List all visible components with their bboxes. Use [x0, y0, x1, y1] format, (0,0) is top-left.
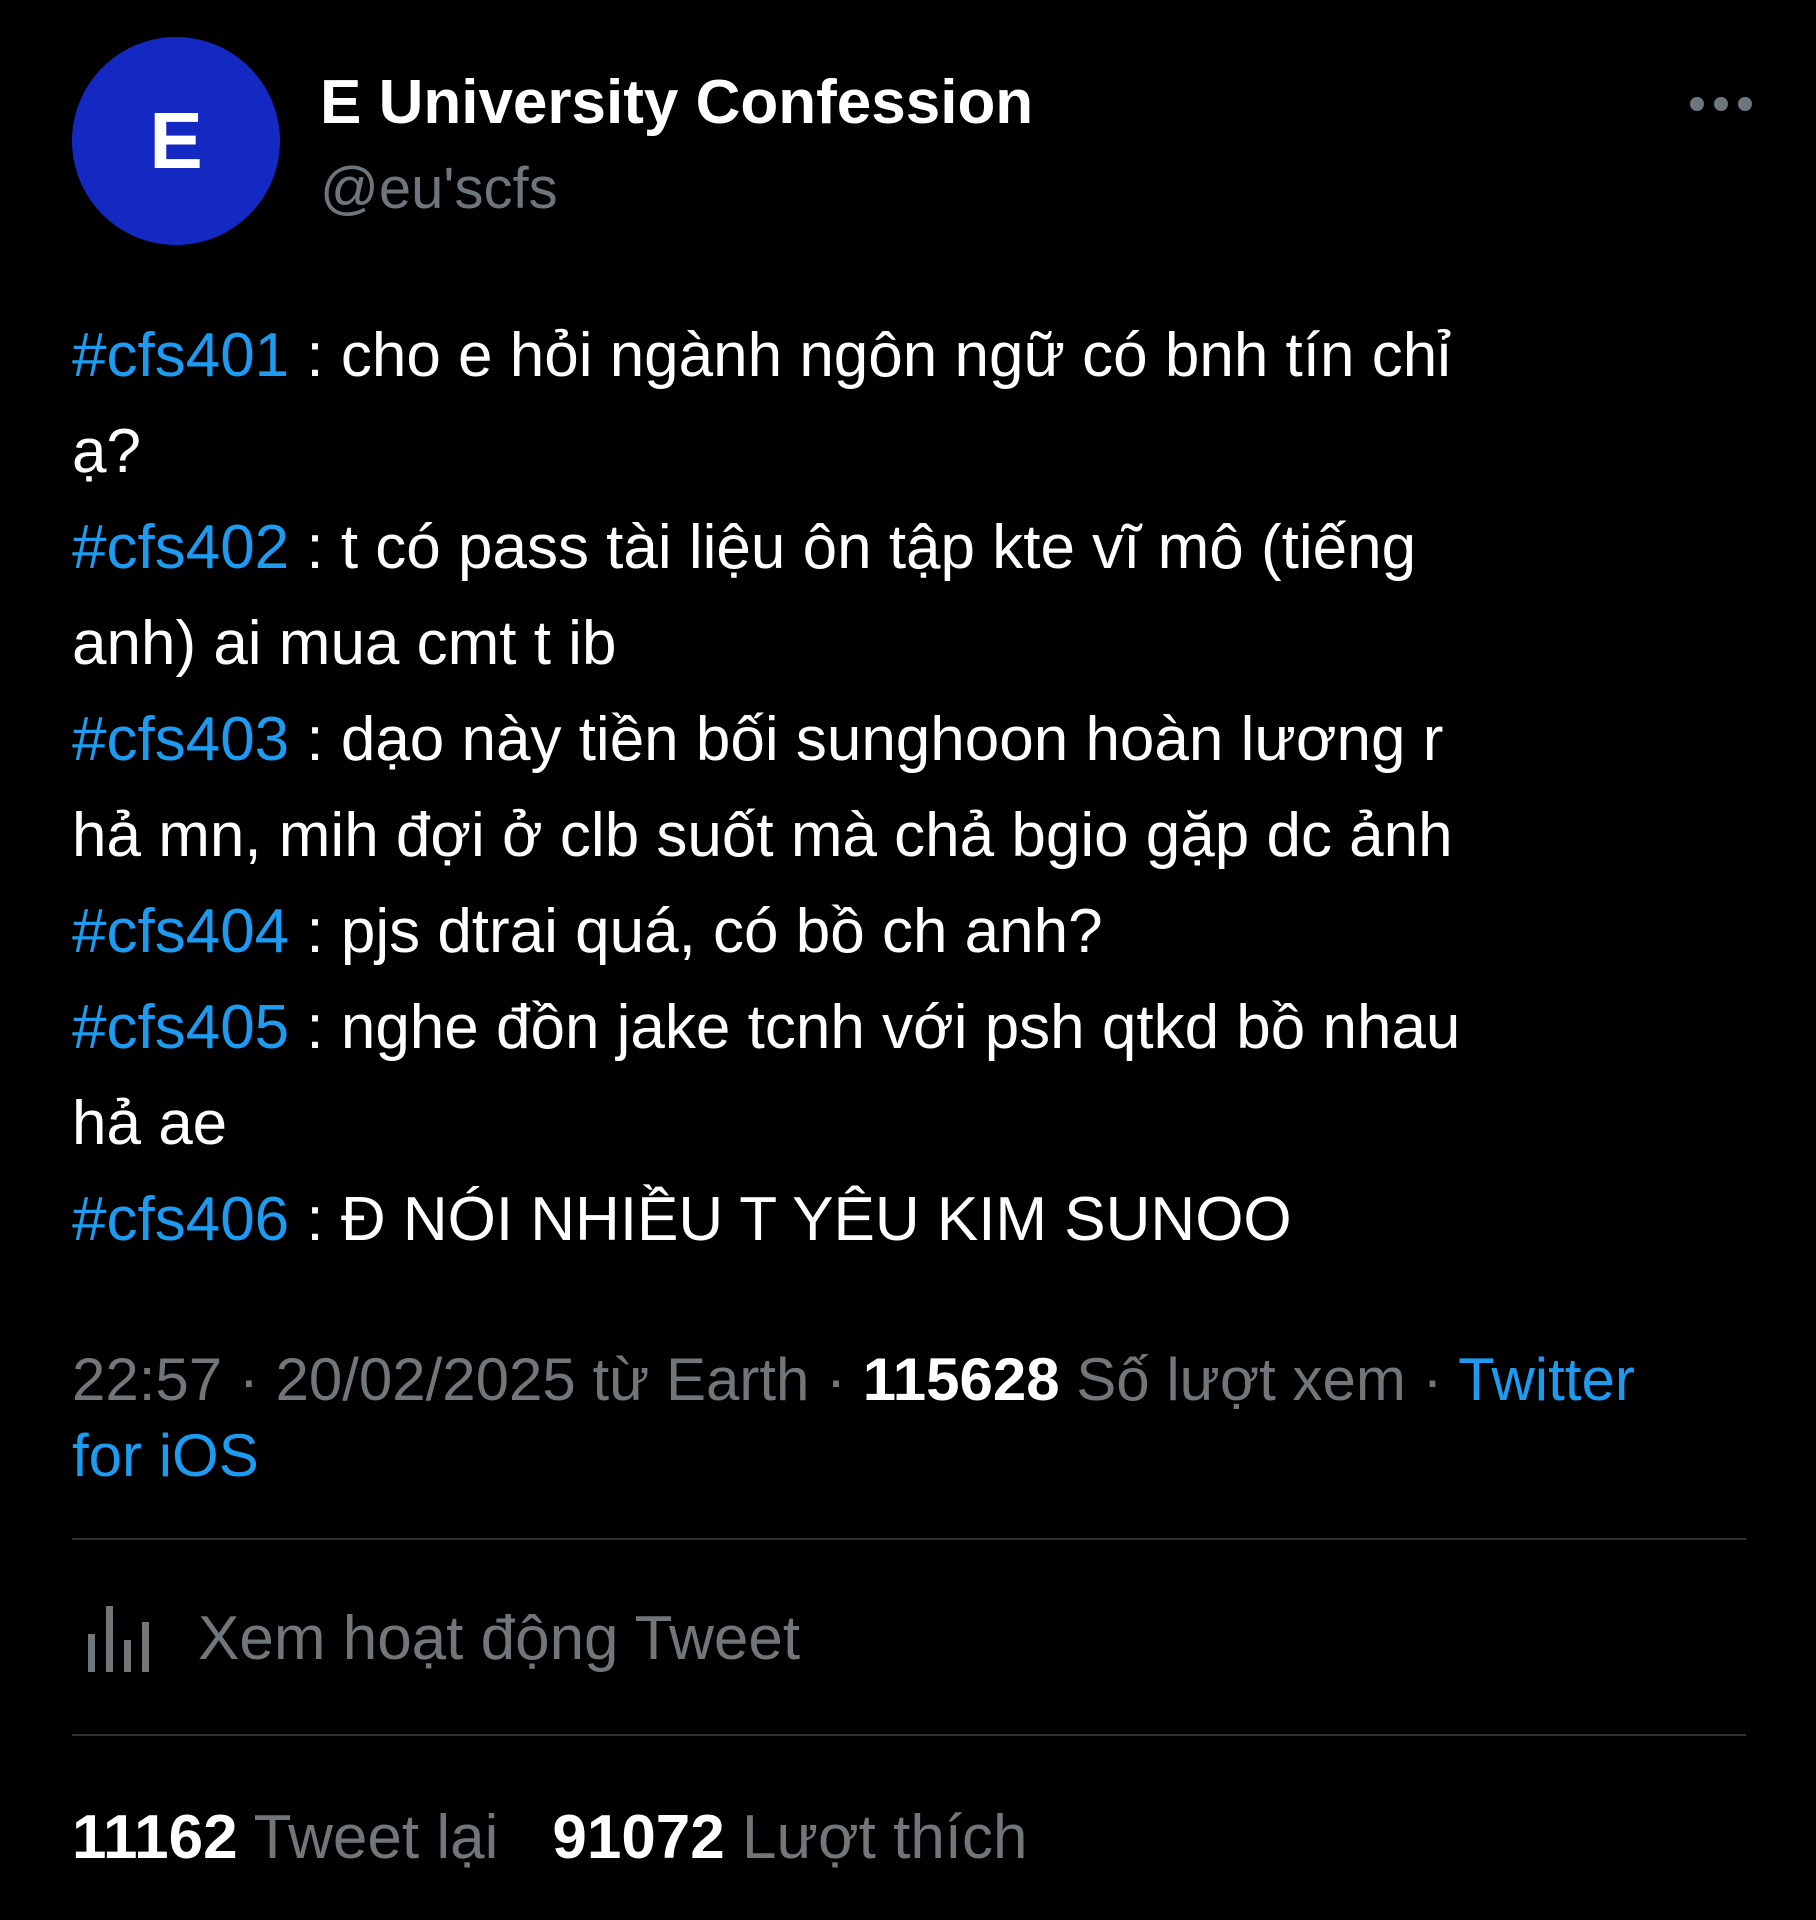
tweet-time[interactable]: 22:57: [72, 1346, 222, 1413]
likes-count: 91072: [552, 1803, 725, 1872]
meta-separator: ·: [222, 1346, 276, 1413]
tweet-line: #cfs406 : Đ NÓI NHIỀU T YÊU KIM SUNOO: [72, 1172, 1752, 1268]
tweet-line: anh) ai mua cmt t ib: [72, 596, 1752, 692]
tweet-line-text: hả ae: [72, 1089, 228, 1158]
tweet-meta: 22:57 · 20/02/2025 từ Earth · 115628 Số …: [72, 1342, 1752, 1494]
retweets-count: 11162: [72, 1803, 238, 1872]
hashtag-link[interactable]: #cfs405: [72, 993, 289, 1062]
meta-line-2: for iOS: [72, 1418, 1752, 1494]
hashtag-link[interactable]: #cfs404: [72, 897, 289, 966]
divider: [72, 1734, 1746, 1736]
hashtag-link[interactable]: #cfs401: [72, 321, 289, 390]
meta-separator: ·: [809, 1346, 863, 1413]
tweet-line: #cfs404 : pjs dtrai quá, có bồ ch anh?: [72, 884, 1752, 980]
retweets-label: Tweet lại: [237, 1803, 499, 1872]
tweet-source-link[interactable]: Twitter: [1458, 1346, 1635, 1413]
tweet-stats: 11162 Tweet lại 91072 Lượt thích: [72, 1802, 1082, 1873]
tweet-line-text: : t có pass tài liệu ôn tập kte vĩ mô (t…: [289, 513, 1417, 582]
meta-separator: ·: [1405, 1346, 1459, 1413]
tweet-line-text: ạ?: [72, 417, 141, 486]
tweet-line: ạ?: [72, 404, 1752, 500]
view-count: 115628: [862, 1346, 1060, 1413]
hashtag-link[interactable]: #cfs403: [72, 705, 289, 774]
more-dot: [1690, 97, 1704, 111]
tweet-line: #cfs405 : nghe đồn jake tcnh với psh qtk…: [72, 980, 1752, 1076]
avatar[interactable]: E: [72, 37, 280, 245]
avatar-letter: E: [149, 96, 203, 185]
tweet-line-text: : dạo này tiền bối sunghoon hoàn lương r: [289, 705, 1444, 774]
tweet-line-text: : Đ NÓI NHIỀU T YÊU KIM SUNOO: [289, 1185, 1292, 1254]
tweet-date[interactable]: 20/02/2025: [275, 1346, 575, 1413]
author-display-name[interactable]: E University Confession: [320, 67, 1033, 138]
analytics-bar-chart-icon: [88, 1606, 149, 1672]
more-dot: [1738, 97, 1752, 111]
more-dot: [1714, 97, 1728, 111]
tweet-line-text: : nghe đồn jake tcnh với psh qtkd bồ nha…: [289, 993, 1461, 1062]
tweet-header: E E University Confession @eu'scfs: [72, 37, 1752, 247]
tweet-line: #cfs403 : dạo này tiền bối sunghoon hoàn…: [72, 692, 1752, 788]
tweet-line-text: anh) ai mua cmt t ib: [72, 609, 617, 678]
tweet-line: hả mn, mih đợi ở clb suốt mà chả bgio gặ…: [72, 788, 1752, 884]
hashtag-link[interactable]: #cfs406: [72, 1185, 289, 1254]
tweet-location: từ Earth: [575, 1346, 810, 1413]
tweet-line-text: : pjs dtrai quá, có bồ ch anh?: [289, 897, 1103, 966]
likes-stat[interactable]: 91072 Lượt thích: [552, 1802, 1027, 1873]
likes-label: Lượt thích: [724, 1803, 1028, 1872]
view-tweet-activity-label: Xem hoạt động Tweet: [198, 1603, 801, 1673]
retweets-stat[interactable]: 11162 Tweet lại: [72, 1802, 498, 1873]
tweet-text: #cfs401 : cho e hỏi ngành ngôn ngữ có bn…: [72, 308, 1752, 1268]
tweet-line-text: hả mn, mih đợi ở clb suốt mà chả bgio gặ…: [72, 801, 1453, 870]
tweet-line-text: : cho e hỏi ngành ngôn ngữ có bnh tín ch…: [289, 321, 1451, 390]
divider: [72, 1538, 1746, 1540]
tweet-line: hả ae: [72, 1076, 1752, 1172]
tweet-line: #cfs402 : t có pass tài liệu ôn tập kte …: [72, 500, 1752, 596]
view-count-label: Số lượt xem: [1059, 1346, 1406, 1413]
tweet-source-link[interactable]: for iOS: [72, 1422, 259, 1489]
view-tweet-activity-button[interactable]: Xem hoạt động Tweet: [84, 1598, 800, 1678]
author-handle[interactable]: @eu'scfs: [320, 155, 558, 222]
meta-line-1: 22:57 · 20/02/2025 từ Earth · 115628 Số …: [72, 1342, 1752, 1418]
tweet-line: #cfs401 : cho e hỏi ngành ngôn ngữ có bn…: [72, 308, 1752, 404]
hashtag-link[interactable]: #cfs402: [72, 513, 289, 582]
more-horizontal-icon[interactable]: [1690, 95, 1752, 113]
